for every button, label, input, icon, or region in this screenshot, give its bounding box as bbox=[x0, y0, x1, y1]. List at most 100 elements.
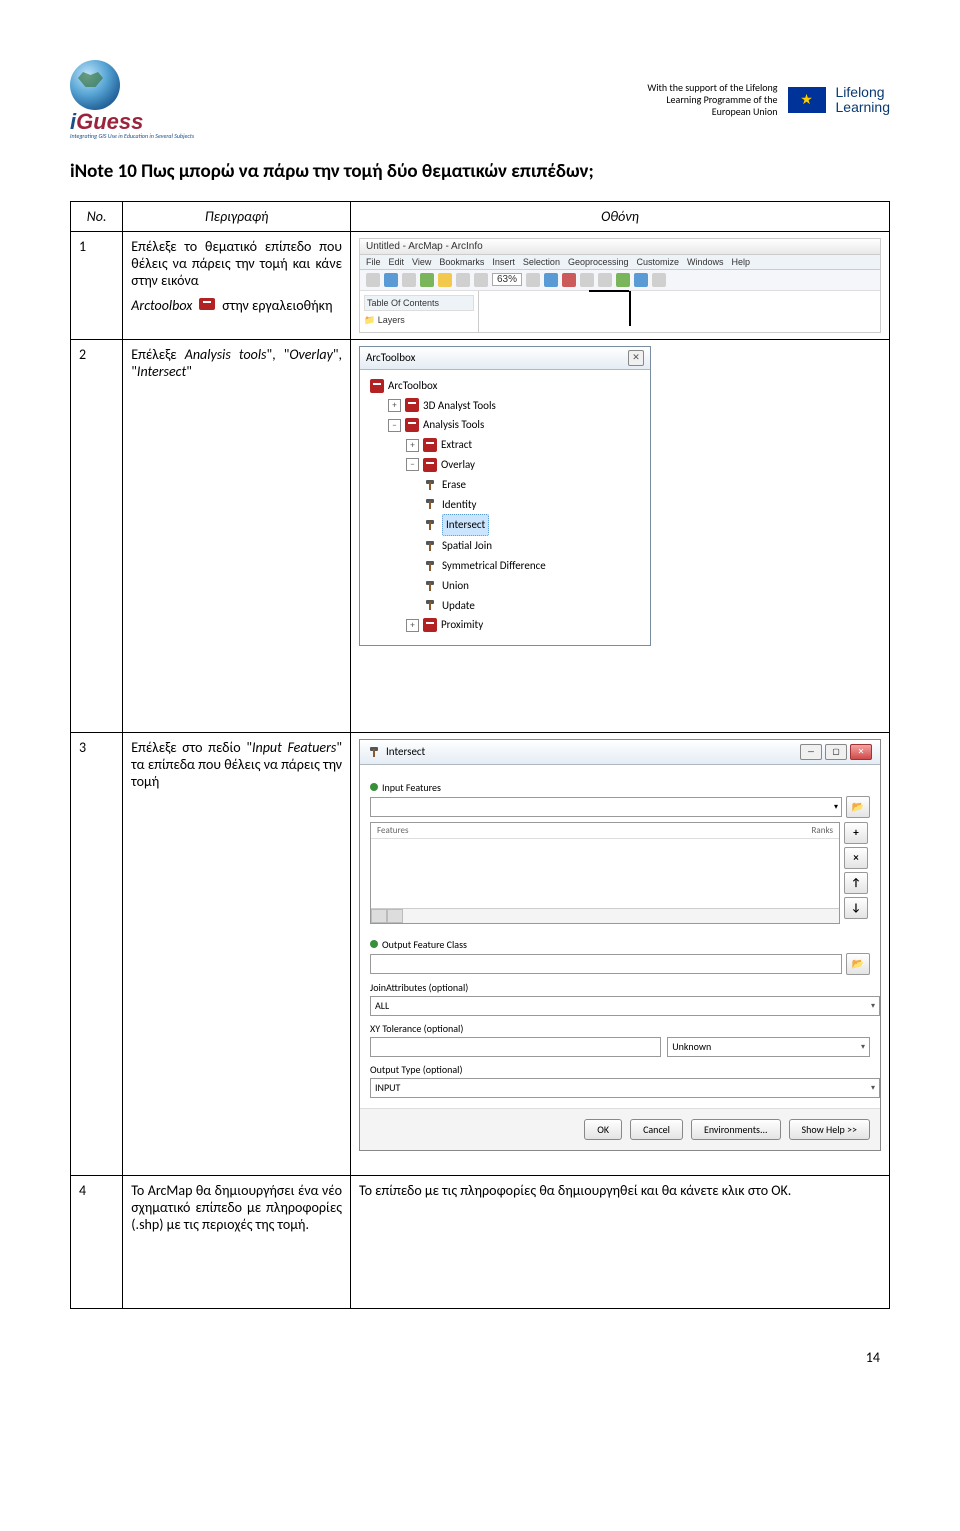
close-icon[interactable]: ✕ bbox=[850, 744, 872, 760]
maximize-icon[interactable]: ▢ bbox=[825, 744, 847, 760]
menu-windows[interactable]: Windows bbox=[687, 257, 724, 267]
toc-title: Table Of Contents bbox=[364, 295, 474, 311]
expand-icon[interactable]: + bbox=[406, 619, 419, 632]
required-icon bbox=[370, 783, 378, 791]
toolbox-icon bbox=[423, 618, 437, 632]
tree-proximity[interactable]: Proximity bbox=[441, 615, 483, 635]
iguess-wordmark: iGuess bbox=[70, 112, 220, 132]
row-3-screenshot: Intersect — ▢ ✕ Input Features ▾ 📂 bbox=[351, 732, 890, 1175]
browse-button[interactable]: 📂 bbox=[846, 953, 870, 975]
toolbox-icon bbox=[423, 438, 437, 452]
arctoolbox-label: Arctoolbox bbox=[131, 297, 192, 314]
tool-icon bbox=[424, 539, 438, 553]
tree-symmetrical-difference[interactable]: Symmetrical Difference bbox=[442, 556, 546, 576]
tree-intersect[interactable]: Intersect bbox=[442, 514, 489, 536]
zoom-dropdown[interactable]: 63% bbox=[492, 273, 522, 286]
output-feature-class-label: Output Feature Class bbox=[382, 938, 467, 951]
tool-icon bbox=[424, 598, 438, 612]
arcmap-toolbar[interactable]: 63% bbox=[360, 270, 880, 291]
tree-erase[interactable]: Erase bbox=[442, 475, 466, 495]
iguess-guess: Guess bbox=[76, 109, 143, 134]
browse-button[interactable]: 📂 bbox=[846, 796, 870, 818]
output-feature-class-input[interactable] bbox=[370, 954, 842, 974]
toolbar-icon[interactable] bbox=[456, 273, 470, 287]
tree-union[interactable]: Union bbox=[442, 576, 469, 596]
collapse-icon[interactable]: − bbox=[388, 419, 401, 432]
tree-spatial-join[interactable]: Spatial Join bbox=[442, 536, 492, 556]
menu-insert[interactable]: Insert bbox=[492, 257, 515, 267]
toolbar-icon[interactable] bbox=[544, 273, 558, 287]
join-attributes-value: ALL bbox=[375, 999, 389, 1012]
toolbar-icon[interactable] bbox=[384, 273, 398, 287]
arctoolbox-tree[interactable]: ArcToolbox +3D Analyst Tools − Analysis T… bbox=[360, 370, 650, 645]
page-header: iGuess Integrating GIS Use in Education … bbox=[70, 60, 890, 140]
iguess-logo: iGuess Integrating GIS Use in Education … bbox=[70, 60, 220, 140]
toolbar-icon[interactable] bbox=[526, 273, 540, 287]
input-features-dropdown[interactable]: ▾ bbox=[370, 797, 842, 817]
move-up-button[interactable]: ↑ bbox=[844, 872, 868, 894]
tree-extract[interactable]: Extract bbox=[441, 435, 472, 455]
input-features-label: Input Features bbox=[382, 781, 441, 794]
tree-3d-analyst[interactable]: 3D Analyst Tools bbox=[423, 396, 496, 416]
lifelong-line-1: Lifelong bbox=[836, 85, 891, 100]
menu-view[interactable]: View bbox=[412, 257, 431, 267]
menu-help[interactable]: Help bbox=[732, 257, 751, 267]
toolbar-icon[interactable] bbox=[366, 273, 380, 287]
xy-tolerance-input[interactable] bbox=[370, 1037, 661, 1057]
tree-overlay[interactable]: Overlay bbox=[441, 455, 475, 475]
menu-bookmarks[interactable]: Bookmarks bbox=[439, 257, 484, 267]
toolbar-icon[interactable] bbox=[474, 273, 488, 287]
required-icon bbox=[370, 940, 378, 948]
row-4-num: 4 bbox=[71, 1175, 123, 1308]
expand-icon[interactable]: + bbox=[388, 399, 401, 412]
table-of-contents-panel[interactable]: Table Of Contents 📁 Layers bbox=[360, 291, 479, 332]
remove-button[interactable]: × bbox=[844, 847, 868, 869]
minimize-icon[interactable]: — bbox=[800, 744, 822, 760]
toolbar-icon[interactable] bbox=[580, 273, 594, 287]
output-type-label: Output Type (optional) bbox=[370, 1063, 870, 1076]
join-attributes-dropdown[interactable]: ALL▾ bbox=[370, 996, 880, 1016]
menu-geoprocessing[interactable]: Geoprocessing bbox=[568, 257, 629, 267]
move-down-button[interactable]: ↓ bbox=[844, 897, 868, 919]
menu-edit[interactable]: Edit bbox=[389, 257, 405, 267]
tool-icon bbox=[368, 745, 382, 759]
menu-file[interactable]: File bbox=[366, 257, 381, 267]
header-screen: Οθόνη bbox=[351, 201, 890, 231]
toolbar-icon[interactable] bbox=[438, 273, 452, 287]
toolbar-icon[interactable] bbox=[652, 273, 666, 287]
layers-root[interactable]: Layers bbox=[378, 315, 405, 325]
tool-icon bbox=[424, 518, 438, 532]
xy-tolerance-unit-dropdown[interactable]: Unknown▾ bbox=[667, 1037, 870, 1057]
close-icon[interactable]: ✕ bbox=[628, 350, 644, 366]
tree-analysis-tools[interactable]: Analysis Tools bbox=[423, 415, 484, 435]
arcmap-menubar[interactable]: File Edit View Bookmarks Insert Selectio… bbox=[360, 255, 880, 270]
output-type-dropdown[interactable]: INPUT▾ bbox=[370, 1078, 880, 1098]
environments-button[interactable]: Environments... bbox=[691, 1119, 781, 1140]
collapse-icon[interactable]: − bbox=[406, 458, 419, 471]
toolbar-icon[interactable] bbox=[402, 273, 416, 287]
arctoolbox-button[interactable] bbox=[562, 273, 576, 287]
map-canvas[interactable] bbox=[479, 291, 880, 332]
tree-update[interactable]: Update bbox=[442, 596, 475, 616]
toolbar-icon[interactable] bbox=[420, 273, 434, 287]
expand-icon[interactable]: + bbox=[406, 439, 419, 452]
features-listbox[interactable]: Features Ranks bbox=[370, 822, 840, 924]
intersect-title-text: Intersect bbox=[386, 745, 425, 758]
horizontal-scrollbar[interactable] bbox=[371, 908, 839, 923]
toolbar-icon[interactable] bbox=[598, 273, 612, 287]
ok-button[interactable]: OK bbox=[584, 1119, 622, 1140]
show-help-button[interactable]: Show Help >> bbox=[789, 1119, 870, 1140]
row-3-desc: Επέλεξε στο πεδίο "Input Featuers" τα επ… bbox=[123, 732, 351, 1175]
cancel-button[interactable]: Cancel bbox=[630, 1119, 683, 1140]
menu-customize[interactable]: Customize bbox=[637, 257, 680, 267]
add-button[interactable]: + bbox=[844, 822, 868, 844]
toolbox-icon bbox=[405, 398, 419, 412]
eu-flag-icon: ★ bbox=[788, 87, 826, 113]
toolbar-icon[interactable] bbox=[616, 273, 630, 287]
tree-identity[interactable]: Identity bbox=[442, 495, 477, 515]
lifelong-line-2: Learning bbox=[836, 100, 891, 115]
toolbar-icon[interactable] bbox=[634, 273, 648, 287]
tree-root[interactable]: ArcToolbox bbox=[388, 376, 437, 396]
menu-selection[interactable]: Selection bbox=[523, 257, 560, 267]
row-3-num: 3 bbox=[71, 732, 123, 1175]
